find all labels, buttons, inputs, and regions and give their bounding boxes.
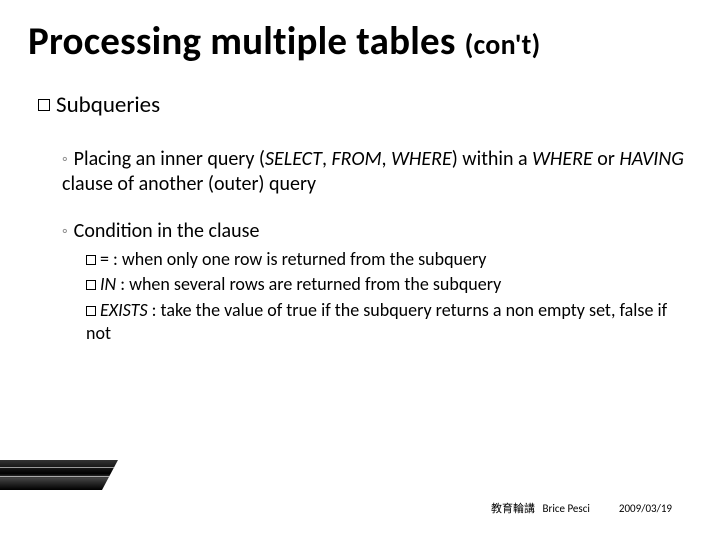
bullet-definition: ◦Placing an inner query (SELECT, FROM, W…	[62, 147, 692, 197]
kw-from: FROM	[331, 147, 381, 171]
bullet-in: IN : when several rows are returned from…	[86, 273, 692, 296]
bullet-eq: = : when only one row is returned from t…	[86, 248, 692, 271]
square-bullet-icon	[86, 280, 96, 290]
eq-text: : when only one row is returned from the…	[109, 248, 486, 270]
def-part-d: clause of another (outer) query	[62, 172, 316, 196]
eq-symbol: =	[100, 248, 109, 270]
subqueries-label: Subqueries	[56, 91, 160, 119]
kw-select: SELECT	[265, 147, 322, 171]
slide-title: Processing multiple tables (con't)	[28, 18, 692, 65]
decorative-streak	[0, 460, 118, 490]
footer: 教育輪講 Brice Pesci 2009/03/19	[491, 500, 672, 516]
footer-label: 教育輪講	[491, 502, 535, 515]
title-main: Processing multiple tables	[28, 18, 456, 65]
square-bullet-icon	[38, 99, 50, 111]
in-text: : when several rows are returned from th…	[116, 273, 501, 295]
sep2: ,	[382, 147, 392, 171]
square-bullet-icon	[86, 306, 96, 316]
condition-heading: Condition in the clause	[74, 219, 260, 243]
def-part-a: Placing an inner query (	[74, 147, 265, 171]
title-suffix: (con't)	[465, 27, 541, 62]
bullet-subqueries: Subqueries	[38, 91, 692, 119]
kw-in: IN	[100, 273, 116, 295]
kw-where-2: WHERE	[532, 147, 593, 171]
slide: Processing multiple tables (con't) Subqu…	[0, 0, 720, 540]
circle-bullet-icon: ◦	[62, 150, 68, 169]
def-part-c: or	[593, 147, 620, 171]
footer-date: 2009/03/19	[619, 502, 672, 515]
bullet-condition-heading: ◦ Condition in the clause	[62, 219, 692, 244]
kw-where-1: WHERE	[391, 147, 452, 171]
kw-having: HAVING	[619, 147, 684, 171]
bullet-exists: EXISTS : take the value of true if the s…	[86, 299, 692, 346]
kw-exists: EXISTS	[100, 299, 148, 321]
circle-bullet-icon: ◦	[62, 222, 68, 241]
exists-text: : take the value of true if the subquery…	[86, 299, 667, 344]
footer-author: Brice Pesci	[543, 502, 590, 515]
square-bullet-icon	[86, 255, 96, 265]
def-part-b: ) within a	[452, 147, 532, 171]
